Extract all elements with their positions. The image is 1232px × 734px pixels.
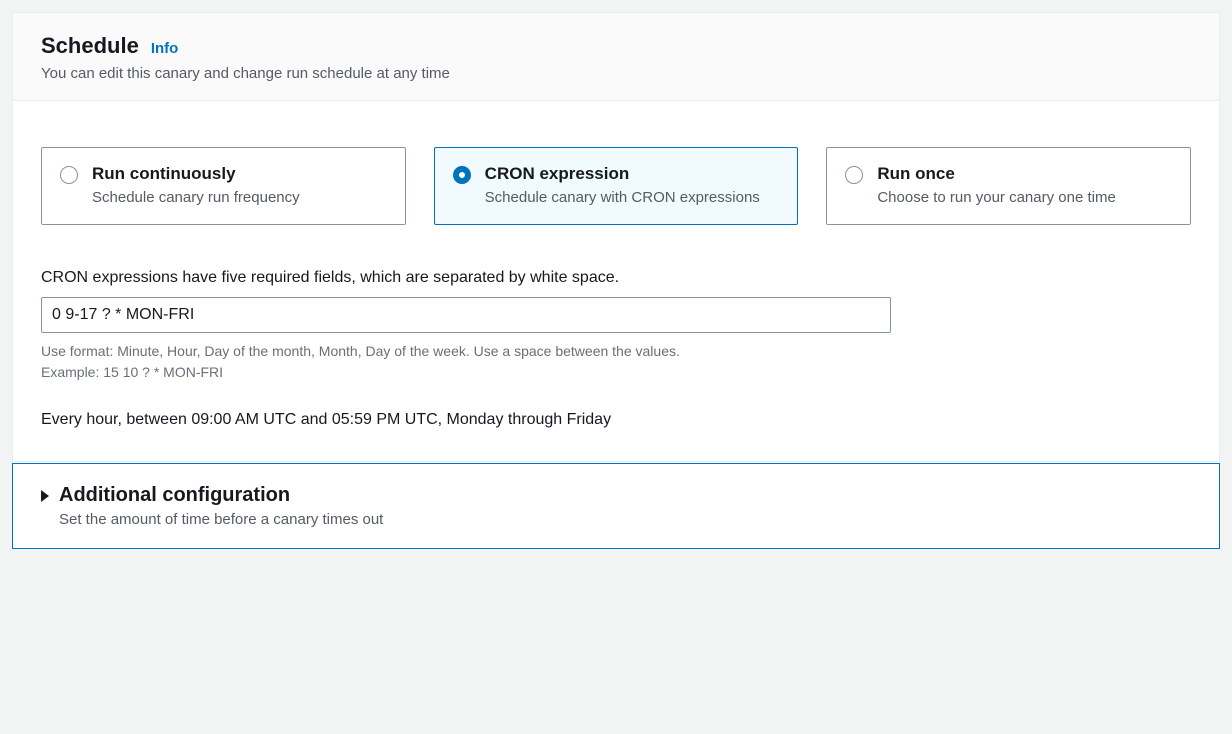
tile-label: Run once xyxy=(877,164,1115,184)
panel-subtitle: You can edit this canary and change run … xyxy=(41,65,1191,82)
panel-body: Run continuously Schedule canary run fre… xyxy=(13,101,1219,461)
additional-config-desc: Set the amount of time before a canary t… xyxy=(59,511,1191,528)
cron-expression-input[interactable] xyxy=(41,297,891,333)
panel-header: Schedule Info You can edit this canary a… xyxy=(13,13,1219,101)
caret-right-icon xyxy=(41,490,49,502)
cron-interpretation: Every hour, between 09:00 AM UTC and 05:… xyxy=(41,411,1191,429)
tile-content: Run continuously Schedule canary run fre… xyxy=(92,164,300,208)
tile-desc: Schedule canary with CRON expressions xyxy=(485,187,760,208)
tile-run-continuously[interactable]: Run continuously Schedule canary run fre… xyxy=(41,147,406,225)
tile-run-once[interactable]: Run once Choose to run your canary one t… xyxy=(826,147,1191,225)
radio-cron-expression[interactable] xyxy=(453,166,471,184)
schedule-type-tiles: Run continuously Schedule canary run fre… xyxy=(41,147,1191,225)
additional-config-title: Additional configuration xyxy=(59,484,290,507)
cron-hint-line2: Example: 15 10 ? * MON-FRI xyxy=(41,364,223,380)
schedule-panel: Schedule Info You can edit this canary a… xyxy=(12,12,1220,462)
radio-run-continuously[interactable] xyxy=(60,166,78,184)
cron-hint-line1: Use format: Minute, Hour, Day of the mon… xyxy=(41,343,680,359)
panel-title-row: Schedule Info xyxy=(41,33,1191,59)
tile-label: CRON expression xyxy=(485,164,760,184)
tile-desc: Schedule canary run frequency xyxy=(92,187,300,208)
tile-desc: Choose to run your canary one time xyxy=(877,187,1115,208)
additional-configuration-panel: Additional configuration Set the amount … xyxy=(12,463,1220,549)
tile-cron-expression[interactable]: CRON expression Schedule canary with CRO… xyxy=(434,147,799,225)
radio-run-once[interactable] xyxy=(845,166,863,184)
info-link[interactable]: Info xyxy=(151,40,179,57)
cron-field-label: CRON expressions have five required fiel… xyxy=(41,269,1191,287)
panel-title: Schedule xyxy=(41,33,139,59)
cron-hint: Use format: Minute, Hour, Day of the mon… xyxy=(41,341,1191,383)
additional-configuration-toggle[interactable]: Additional configuration xyxy=(41,484,1191,507)
tile-label: Run continuously xyxy=(92,164,300,184)
cron-field-group: CRON expressions have five required fiel… xyxy=(41,269,1191,429)
tile-content: CRON expression Schedule canary with CRO… xyxy=(485,164,760,208)
tile-content: Run once Choose to run your canary one t… xyxy=(877,164,1115,208)
